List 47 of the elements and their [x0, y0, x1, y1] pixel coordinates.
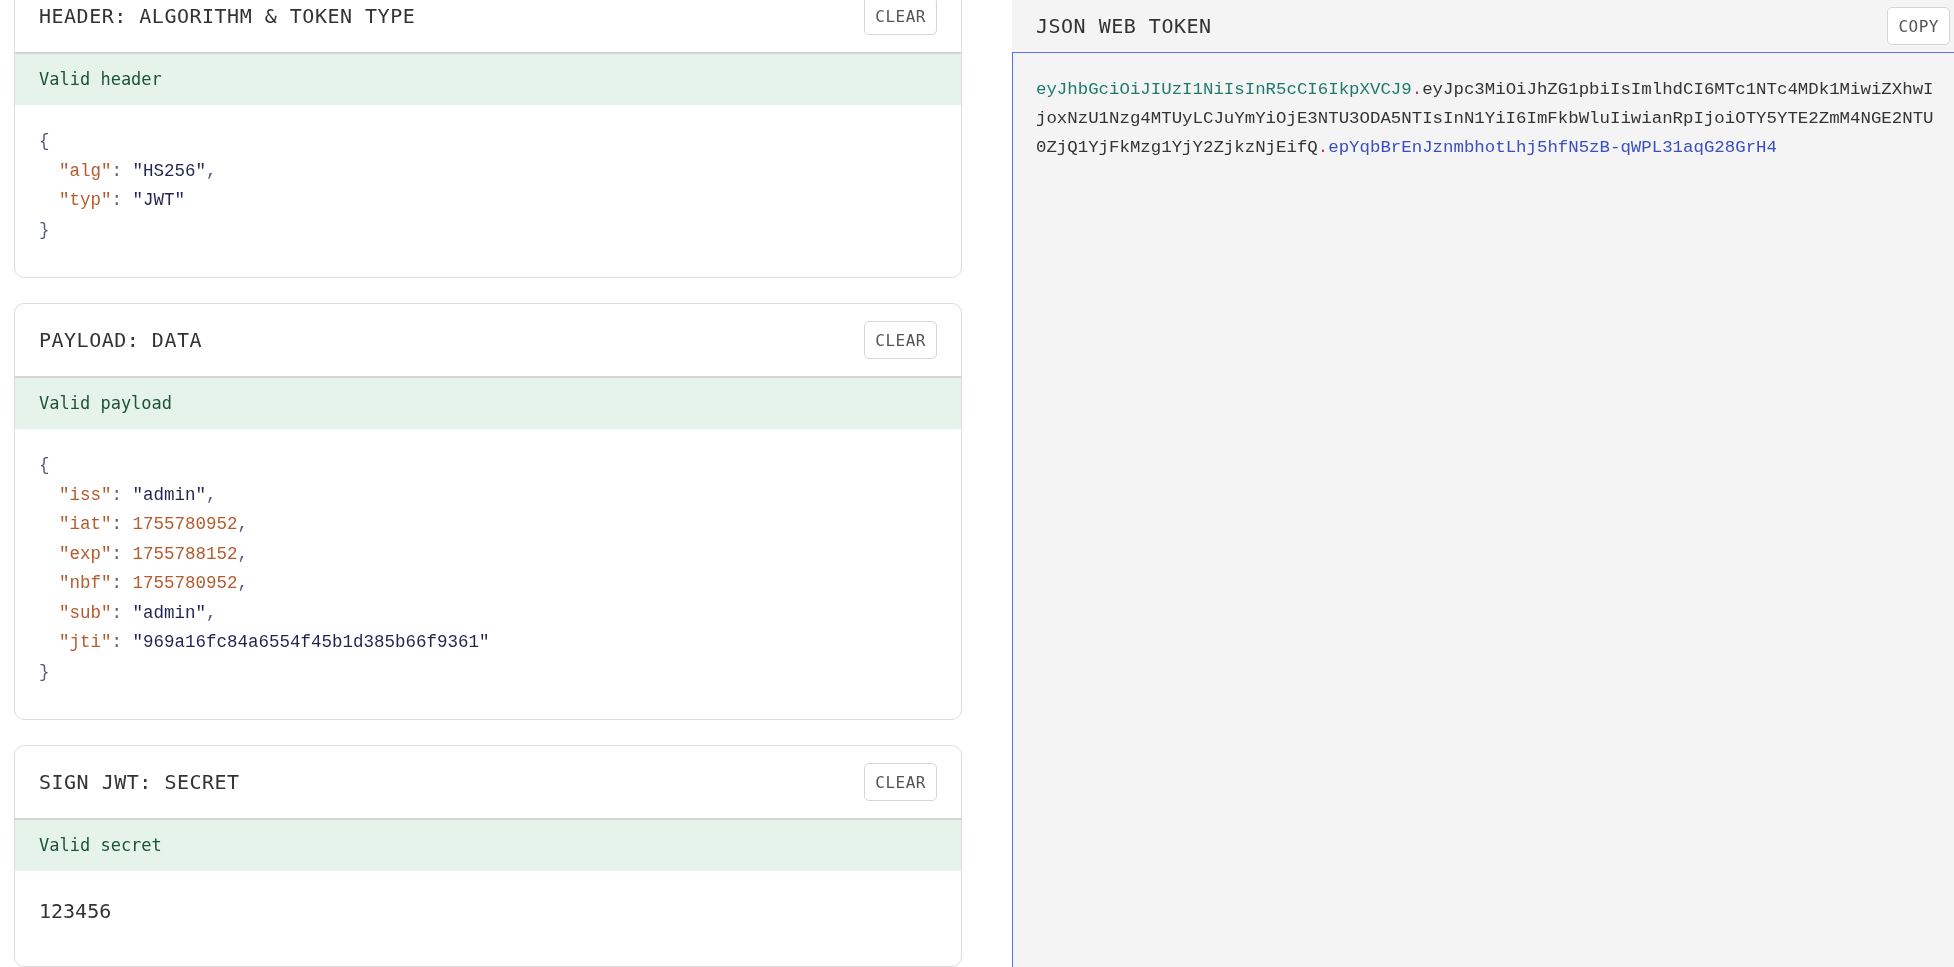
- json-value: 1755788152: [131, 543, 238, 564]
- json-colon: :: [111, 190, 123, 210]
- json-key: "sub": [59, 602, 112, 623]
- json-value: "JWT": [131, 190, 186, 210]
- status-message: Valid secret: [15, 820, 961, 871]
- clear-button[interactable]: CLEAR: [864, 763, 937, 801]
- json-key: "iss": [59, 484, 112, 505]
- json-comma: ,: [237, 514, 249, 534]
- section-title: SIGN JWT: SECRET: [39, 770, 240, 794]
- json-brace: {: [39, 455, 50, 475]
- json-value: "admin": [131, 484, 207, 505]
- json-key: "alg": [59, 160, 112, 181]
- json-colon: :: [111, 484, 123, 505]
- clear-button[interactable]: CLEAR: [864, 321, 937, 359]
- json-value: "HS256": [131, 160, 207, 181]
- json-comma: ,: [237, 543, 249, 564]
- json-value: "admin": [131, 602, 207, 623]
- json-comma: ,: [206, 160, 217, 181]
- json-colon: :: [111, 632, 123, 652]
- json-key: "iat": [59, 514, 112, 534]
- json-colon: :: [111, 543, 123, 564]
- json-comma: ,: [237, 573, 249, 593]
- json-brace: }: [39, 661, 50, 682]
- json-key: "exp": [59, 543, 112, 564]
- section-title: HEADER: ALGORITHM & TOKEN TYPE: [39, 4, 416, 28]
- json-colon: :: [111, 573, 123, 593]
- json-brace: }: [39, 219, 50, 240]
- json-colon: :: [111, 602, 123, 623]
- json-colon: :: [111, 514, 123, 534]
- status-message: Valid payload: [15, 378, 961, 429]
- json-value: 1755780952: [131, 573, 238, 593]
- json-comma: ,: [206, 602, 217, 623]
- token-title: JSON WEB TOKEN: [1036, 14, 1212, 38]
- copy-button[interactable]: COPY: [1887, 7, 1950, 45]
- json-brace: {: [39, 131, 50, 151]
- secret-field[interactable]: 123456: [39, 899, 112, 923]
- status-message: Valid header: [15, 54, 961, 105]
- section-title: PAYLOAD: DATA: [39, 328, 203, 352]
- json-comma: ,: [206, 484, 217, 505]
- json-value: 1755780952: [131, 514, 238, 534]
- json-value: "969a16fc84a6554f45b1d385b66f9361": [131, 632, 490, 652]
- json-key: "typ": [59, 190, 112, 210]
- json-key: "nbf": [59, 573, 112, 593]
- json-colon: :: [111, 160, 123, 181]
- clear-button[interactable]: CLEAR: [864, 0, 937, 35]
- json-key: "jti": [59, 632, 112, 652]
- encoded-token[interactable]: eyJhbGciOiJIUzI1NiIsInR5cCI6IkpXVCJ9.eyJpc3MiOiJhZG1pbiIsImlhdCI6MTc1NTc4MDk1MiwiZXhwIjoxNzU1Nzg4MTUyLCJuYmYiOjE3NTU3ODA5NTIsInN1YiI6ImFkbWluIiwianRpIjoiOTY5YTE2ZmM4NGE2NTU0ZjQ1YjFkMzg1YjY2ZjkzNjEifQ.epYqbBrEnJznmbhotLhj5hfN5zB-qWPL31aqG28GrH4: [1036, 75, 1936, 162]
